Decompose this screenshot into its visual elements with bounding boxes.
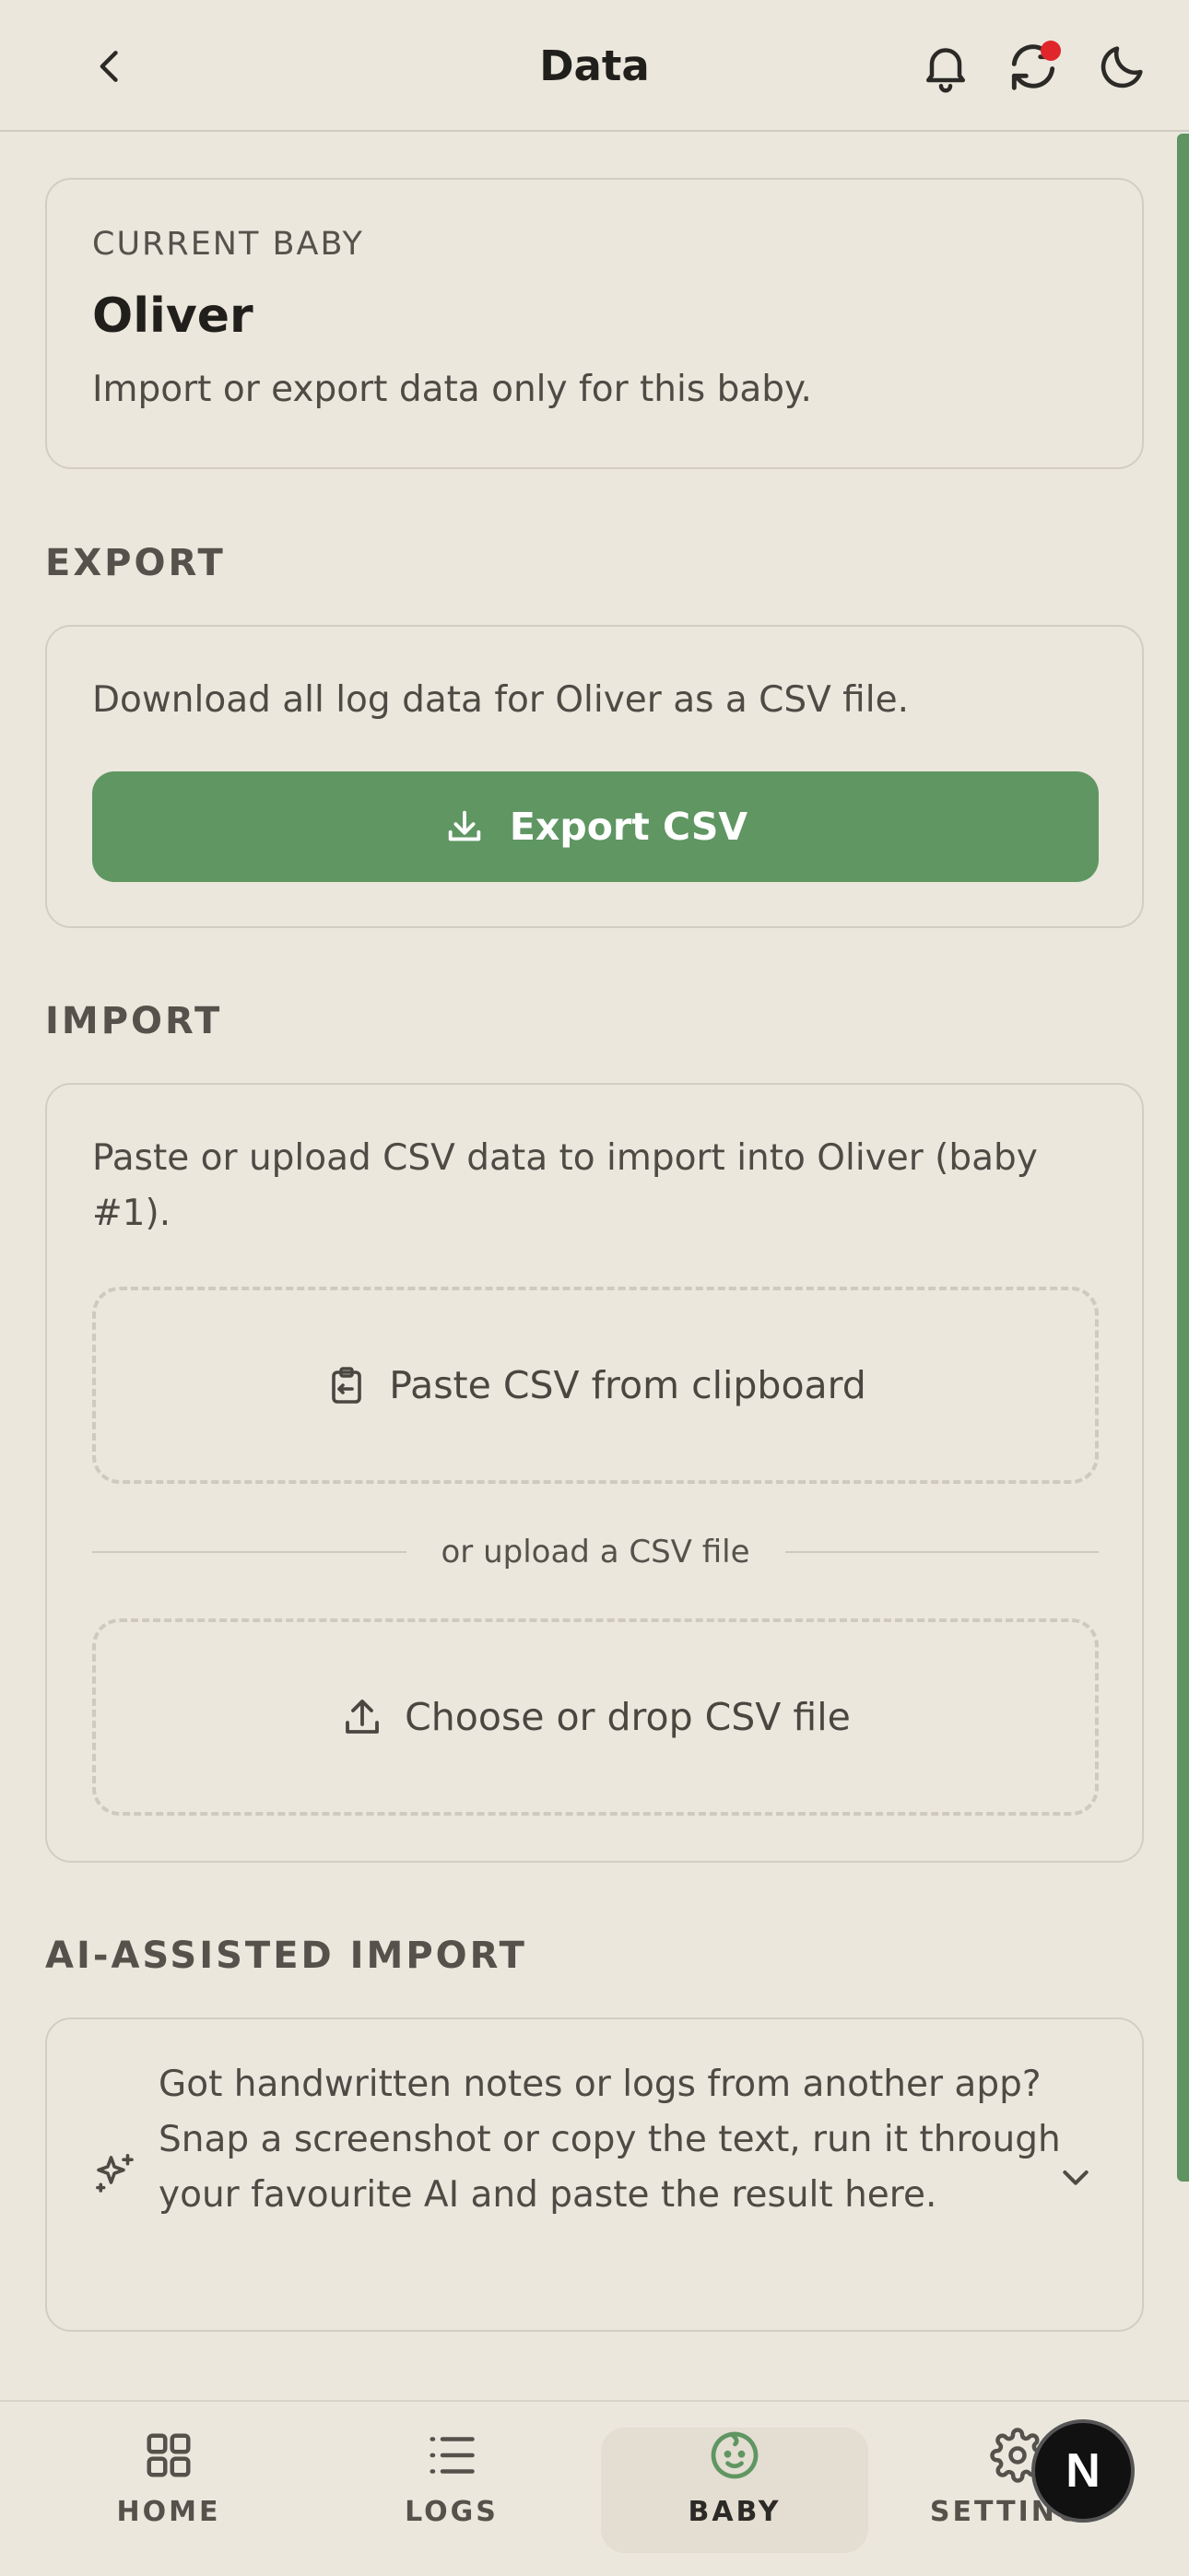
nav-logs[interactable]: LOGS — [318, 2428, 585, 2553]
divider-line-left — [92, 1551, 406, 1553]
export-description: Download all log data for Oliver as a CS… — [92, 679, 909, 721]
download-icon — [448, 810, 481, 841]
baby-name: Oliver — [92, 288, 253, 344]
current-baby-card: CURRENT BABY Oliver Import or export dat… — [45, 178, 1144, 469]
fab-letter: N — [1065, 2444, 1101, 2498]
bell-icon — [926, 48, 965, 93]
baby-icon — [711, 2431, 759, 2479]
export-section-label: EXPORT — [45, 542, 226, 584]
divider-line-right — [784, 1551, 1100, 1553]
paste-csv-button[interactable]: Paste CSV from clipboard — [92, 1287, 1099, 1484]
nav-baby-label: BABY — [688, 2496, 782, 2528]
current-baby-description: Import or export data only for this baby… — [92, 369, 812, 410]
clipboard-icon — [332, 1367, 361, 1404]
nav-home-label: HOME — [116, 2496, 221, 2528]
ai-import-card[interactable]: Got handwritten notes or logs from anoth… — [45, 2017, 1144, 2332]
import-description: Paste or upload CSV data to import into … — [92, 1137, 1038, 1234]
paste-csv-label: Paste CSV from clipboard — [389, 1363, 866, 1407]
nav-baby[interactable]: BABY — [601, 2428, 868, 2553]
upload-icon — [346, 1700, 380, 1734]
chevron-down-icon[interactable] — [1057, 2158, 1094, 2195]
upload-divider: or upload a CSV file — [92, 1529, 1100, 1575]
theme-toggle-button[interactable] — [1089, 33, 1156, 100]
scrollbar[interactable] — [1177, 134, 1189, 2182]
top-bar: Data — [0, 0, 1189, 132]
list-icon — [430, 2437, 475, 2474]
sparkles-icon — [96, 2153, 134, 2193]
ai-import-section-label: AI-ASSISTED IMPORT — [45, 1935, 527, 1977]
notifications-button[interactable] — [912, 33, 979, 100]
upload-csv-label: Choose or drop CSV file — [405, 1695, 851, 1739]
sync-button[interactable] — [1000, 33, 1066, 100]
current-baby-eyebrow: CURRENT BABY — [92, 226, 364, 263]
divider-text: or upload a CSV file — [441, 1534, 750, 1570]
grid-icon — [147, 2433, 191, 2477]
import-card: Paste or upload CSV data to import into … — [45, 1083, 1144, 1863]
ai-import-description: Got handwritten notes or logs from anoth… — [159, 2064, 1061, 2216]
dev-tools-button[interactable]: N — [1031, 2419, 1135, 2523]
bottom-nav: HOME LOGS BABY SETTINGS — [0, 2400, 1189, 2576]
notification-dot — [1041, 41, 1061, 61]
export-card: Download all log data for Oliver as a CS… — [45, 625, 1144, 928]
export-csv-button[interactable]: Export CSV — [92, 771, 1099, 882]
nav-logs-label: LOGS — [405, 2496, 499, 2528]
export-csv-label: Export CSV — [509, 805, 748, 849]
moon-icon — [1101, 46, 1143, 88]
nav-home[interactable]: HOME — [35, 2428, 302, 2553]
import-section-label: IMPORT — [45, 1000, 223, 1042]
upload-csv-dropzone[interactable]: Choose or drop CSV file — [92, 1618, 1099, 1816]
